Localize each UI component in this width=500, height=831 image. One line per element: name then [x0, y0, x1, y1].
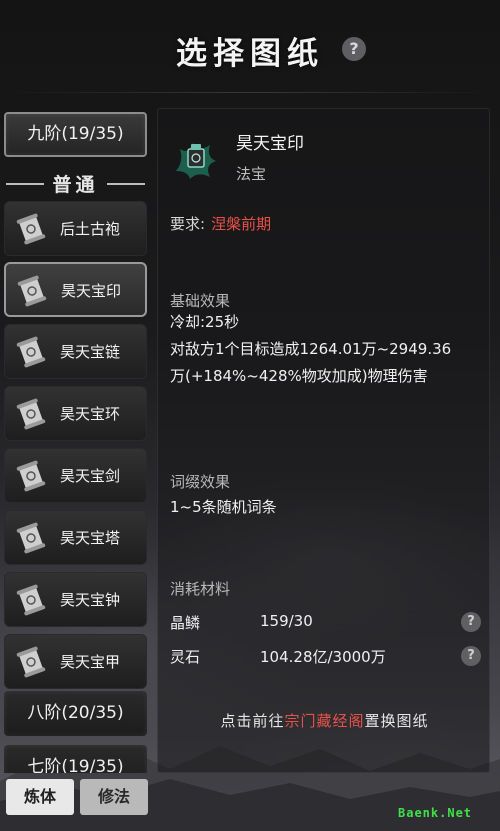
sidebar-item-label: 昊天宝印 [61, 282, 122, 300]
scroll-icon [16, 646, 46, 678]
sidebar-item-label: 昊天宝塔 [60, 529, 121, 547]
scroll-icon [16, 213, 46, 245]
header-divider [0, 92, 500, 93]
category-divider: 普通 [4, 170, 147, 198]
effect-line-1: 对敌方1个目标造成1264.01万~2949.36 [170, 340, 452, 358]
footer-note: 点击前往宗门藏经阁置换图纸 [158, 710, 491, 731]
tier-button-7[interactable]: 七阶(19/35) [4, 745, 147, 773]
requirement: 要求: 涅槃前期 [170, 213, 271, 234]
cooldown-text: 冷却:25秒 [170, 313, 240, 331]
sidebar-item-selected[interactable]: 昊天宝印 [4, 262, 147, 317]
base-effect-title: 基础效果 [170, 292, 231, 310]
sect-library-link[interactable]: 宗门藏经阁 [284, 712, 364, 730]
sidebar-item[interactable]: 昊天宝塔 [4, 510, 147, 565]
help-icon[interactable]: ? [461, 612, 481, 632]
scroll-icon [16, 584, 46, 616]
sidebar-item[interactable]: 后土古袍 [4, 201, 147, 256]
scroll-icon [16, 460, 46, 492]
help-icon[interactable]: ? [461, 646, 481, 666]
materials-title: 消耗材料 [170, 580, 231, 598]
sidebar-item-label: 昊天宝剑 [60, 467, 121, 485]
sidebar-item[interactable]: 昊天宝环 [4, 386, 147, 441]
requirement-label: 要求: [170, 215, 206, 233]
sidebar-item-label: 昊天宝链 [60, 343, 121, 361]
sidebar-item-label: 昊天宝环 [60, 405, 121, 423]
scroll-icon [16, 522, 46, 554]
sidebar-item-label: 后土古袍 [60, 220, 121, 238]
sidebar-item[interactable]: 昊天宝钟 [4, 572, 147, 627]
scroll-icon [16, 398, 46, 430]
footer-prefix: 点击前往 [220, 712, 285, 730]
affix-text: 1~5条随机词条 [170, 498, 277, 516]
material-quantity: 159/30 [260, 612, 313, 630]
material-name: 晶鳞 [170, 614, 201, 632]
tier-button-9[interactable]: 九阶(19/35) [4, 112, 147, 157]
scroll-icon [16, 336, 46, 368]
detail-panel: 昊天宝印 法宝 要求: 涅槃前期 基础效果 冷却:25秒 对敌方1个目标造成126… [157, 108, 490, 773]
sidebar-item-label: 昊天宝钟 [60, 591, 121, 609]
sidebar: 九阶(19/35) 普通 后土古袍 昊天宝印 昊天宝链 昊天宝环 昊天宝剑 昊天… [0, 108, 152, 773]
treasure-seal-icon [176, 143, 216, 179]
scroll-icon [17, 275, 47, 307]
help-icon[interactable]: ? [342, 37, 366, 61]
sidebar-item[interactable]: 昊天宝链 [4, 324, 147, 379]
tab-body-refine[interactable]: 炼体 [6, 779, 74, 815]
divider-line-right [107, 183, 145, 185]
item-name: 昊天宝印 [236, 134, 304, 154]
watermark: Baenk.Net [398, 806, 473, 820]
tab-cultivate[interactable]: 修法 [80, 779, 148, 815]
sidebar-item[interactable]: 昊天宝甲 [4, 634, 147, 689]
affix-title: 词缀效果 [170, 473, 231, 491]
material-quantity: 104.28亿/3000万 [260, 648, 386, 666]
header: 选择图纸 ? [0, 0, 500, 92]
sidebar-item[interactable]: 昊天宝剑 [4, 448, 147, 503]
sidebar-item-label: 昊天宝甲 [60, 653, 121, 671]
page-title: 选择图纸 [176, 36, 324, 72]
tier-button-8[interactable]: 八阶(20/35) [4, 691, 147, 736]
requirement-value: 涅槃前期 [211, 215, 272, 233]
footer-suffix: 置换图纸 [364, 712, 429, 730]
material-name: 灵石 [170, 648, 201, 666]
item-type: 法宝 [236, 165, 267, 183]
effect-line-2: 万(+184%~428%物攻加成)物理伤害 [170, 367, 428, 385]
